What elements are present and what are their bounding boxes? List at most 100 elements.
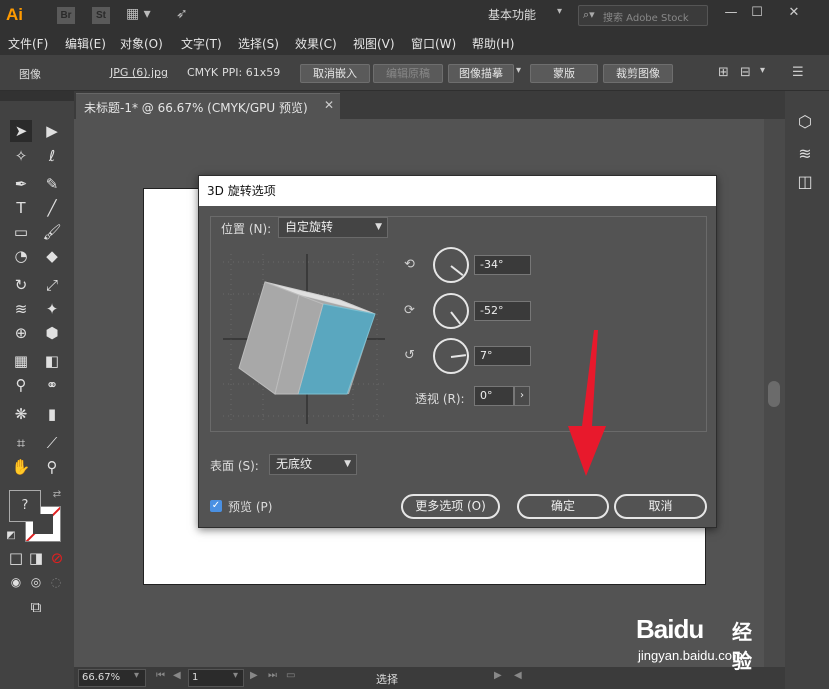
mesh-tool-icon[interactable]: ▦	[10, 350, 32, 372]
first-artboard-icon[interactable]: ⏮	[156, 670, 165, 681]
cancel-button[interactable]: 取消	[614, 494, 707, 519]
chevron-down-icon[interactable]: ▾	[557, 6, 562, 17]
image-trace-dropdown-icon[interactable]: ▾	[516, 65, 521, 76]
properties-cube-icon[interactable]: ⬡	[794, 111, 816, 133]
perspective-slider-button[interactable]: ›	[514, 386, 530, 406]
lasso-tool-icon[interactable]: ℓ	[41, 145, 63, 167]
position-select[interactable]: 自定旋转 ▼	[278, 217, 388, 238]
previous-artboard-icon[interactable]: ◀	[173, 670, 181, 681]
artboard-nav-icon[interactable]: ▭	[286, 670, 295, 681]
warp-tool-icon[interactable]: ≋	[10, 298, 32, 320]
align-icon[interactable]: ⊞	[718, 65, 729, 80]
none-mode-icon[interactable]: ⊘	[46, 547, 68, 569]
menu-object[interactable]: 对象(O)	[120, 35, 163, 52]
3d-cube-preview[interactable]	[223, 254, 385, 424]
libraries-icon[interactable]: ◫	[794, 171, 816, 193]
scrollbar-thumb[interactable]	[768, 381, 780, 407]
direct-selection-tool-icon[interactable]: ▶	[41, 120, 63, 142]
rotate-tool-icon[interactable]: ↻	[10, 274, 32, 296]
menu-type[interactable]: 文字(T)	[181, 35, 222, 52]
vertical-scrollbar[interactable]	[764, 119, 785, 667]
ok-button[interactable]: 确定	[517, 494, 609, 519]
workspace-switcher[interactable]: 基本功能	[488, 6, 536, 23]
surface-select[interactable]: 无底纹 ▼	[269, 454, 357, 475]
menu-view[interactable]: 视图(V)	[353, 35, 395, 52]
menu-file[interactable]: 文件(F)	[8, 35, 48, 52]
swap-fill-stroke-icon[interactable]: ⇄	[46, 484, 68, 506]
artboard-tool-icon[interactable]: ⌗	[10, 432, 32, 454]
paintbrush-tool-icon[interactable]: 🖌	[41, 221, 63, 243]
zoom-dropdown-icon[interactable]: ▾	[134, 670, 139, 681]
z-axis-dial[interactable]	[433, 338, 469, 374]
curvature-tool-icon[interactable]: ✎	[41, 173, 63, 195]
eraser-tool-icon[interactable]: ◆	[41, 245, 63, 267]
linked-file-link[interactable]: JPG (6).jpg	[110, 66, 168, 79]
menu-select[interactable]: 选择(S)	[238, 35, 279, 52]
y-axis-dial[interactable]	[433, 293, 469, 329]
selection-tool-icon[interactable]: ➤	[10, 120, 32, 142]
artboard-dropdown-icon[interactable]: ▾	[233, 670, 238, 681]
maximize-button[interactable]: ☐	[746, 3, 768, 23]
column-graph-tool-icon[interactable]: ▮	[41, 403, 63, 425]
arrange-documents-icon[interactable]: ▦ ▾	[126, 6, 151, 22]
slice-tool-icon[interactable]: ⟋	[41, 432, 63, 454]
close-window-button[interactable]: ✕	[783, 3, 805, 23]
more-options-button[interactable]: 更多选项 (O)	[401, 494, 500, 519]
line-tool-icon[interactable]: ╱	[41, 197, 63, 219]
menu-effect[interactable]: 效果(C)	[295, 35, 337, 52]
close-tab-icon[interactable]: ✕	[324, 98, 334, 112]
transform-icon[interactable]: ⊟	[740, 65, 751, 80]
shape-builder-tool-icon[interactable]: ⊕	[10, 322, 32, 344]
perspective-field[interactable]: 0°	[474, 386, 514, 406]
pen-tool-icon[interactable]: ✒	[10, 173, 32, 195]
draw-normal-icon[interactable]: ◉	[5, 571, 27, 593]
bridge-button[interactable]: Br	[57, 7, 75, 24]
mask-button[interactable]: 蒙版	[530, 64, 598, 83]
z-axis-angle-field[interactable]: 7°	[474, 346, 531, 366]
y-axis-angle-field[interactable]: -52°	[474, 301, 531, 321]
current-tool-status[interactable]: 选择	[376, 671, 398, 687]
x-axis-dial[interactable]	[433, 247, 469, 283]
menu-help[interactable]: 帮助(H)	[472, 35, 514, 52]
draw-behind-icon[interactable]: ◎	[25, 571, 47, 593]
more-options-icon[interactable]: ▾	[760, 65, 765, 76]
stock-search-input[interactable]: ⌕▾ 搜索 Adobe Stock	[578, 5, 708, 26]
minimize-button[interactable]: —	[720, 3, 742, 23]
layers-icon[interactable]: ≋	[794, 143, 816, 165]
document-tab[interactable]: 未标题-1* @ 66.67% (CMYK/GPU 预览) ✕	[76, 93, 340, 119]
magic-wand-tool-icon[interactable]: ✧	[10, 145, 32, 167]
eyedropper-tool-icon[interactable]: ⚲	[10, 374, 32, 396]
rocket-icon[interactable]: ➶	[176, 6, 188, 22]
live-paint-tool-icon[interactable]: ⬢	[41, 322, 63, 344]
menu-edit[interactable]: 编辑(E)	[65, 35, 106, 52]
rectangle-tool-icon[interactable]: ▭	[10, 221, 32, 243]
screen-mode-icon[interactable]: ⧉	[25, 596, 47, 618]
unembed-button[interactable]: 取消嵌入	[300, 64, 370, 83]
preview-checkbox[interactable]: ✓	[210, 500, 222, 512]
x-axis-angle-field[interactable]: -34°	[474, 255, 531, 275]
last-artboard-icon[interactable]: ⏭	[268, 670, 277, 681]
status-menu-icon[interactable]: ▶	[494, 670, 502, 681]
symbol-sprayer-tool-icon[interactable]: ❋	[10, 403, 32, 425]
preview-label[interactable]: 预览 (P)	[228, 498, 272, 515]
stock-button[interactable]: St	[92, 7, 110, 24]
scale-tool-icon[interactable]: ⤢	[41, 274, 63, 296]
tools-collapse-strip[interactable]	[0, 91, 74, 101]
type-tool-icon[interactable]: T	[10, 197, 32, 219]
shaper-tool-icon[interactable]: ◔	[10, 245, 32, 267]
puppet-warp-tool-icon[interactable]: ✦	[41, 298, 63, 320]
scroll-left-icon[interactable]: ◀	[514, 670, 522, 681]
menu-window[interactable]: 窗口(W)	[411, 35, 456, 52]
gradient-mode-icon[interactable]: ◨	[25, 547, 47, 569]
panel-menu-icon[interactable]: ☰	[792, 65, 804, 80]
draw-inside-icon[interactable]: ◌	[45, 571, 67, 593]
gradient-tool-icon[interactable]: ◧	[41, 350, 63, 372]
crop-image-button[interactable]: 裁剪图像	[603, 64, 673, 83]
blend-tool-icon[interactable]: ⚭	[41, 374, 63, 396]
hand-tool-icon[interactable]: ✋	[10, 456, 32, 478]
zoom-tool-icon[interactable]: ⚲	[41, 456, 63, 478]
color-mode-icon[interactable]: □	[5, 547, 27, 569]
default-fill-stroke-icon[interactable]: ◩	[0, 525, 22, 547]
image-trace-button[interactable]: 图像描摹	[448, 64, 514, 83]
next-artboard-icon[interactable]: ▶	[250, 670, 258, 681]
